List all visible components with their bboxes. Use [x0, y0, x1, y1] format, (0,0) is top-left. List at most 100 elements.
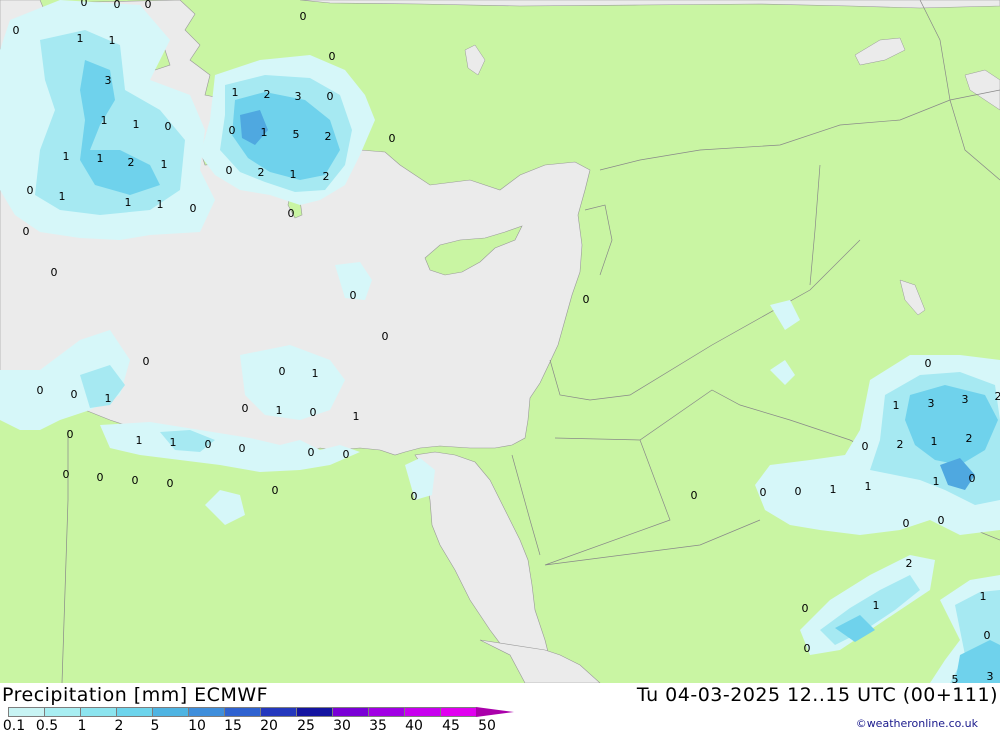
value-label: 0 — [984, 629, 991, 642]
legend-swatch — [8, 707, 44, 717]
legend-swatch — [224, 707, 260, 717]
legend-label: 25 — [297, 718, 315, 734]
credit-link[interactable]: ©weatheronline.co.uk — [856, 717, 978, 730]
value-label: 0 — [925, 357, 932, 370]
value-label: 0 — [804, 642, 811, 655]
value-label: 0 — [279, 365, 286, 378]
value-label: 5 — [952, 673, 959, 683]
value-label: 1 — [830, 483, 837, 496]
legend-label: 1 — [78, 718, 87, 734]
value-label: 1 — [312, 367, 319, 380]
value-label: 0 — [67, 428, 74, 441]
value-label: 2 — [128, 156, 135, 169]
value-label: 0 — [310, 406, 317, 419]
value-label: 1 — [261, 126, 268, 139]
value-label: 1 — [125, 196, 132, 209]
legend-labels: 0.1 0.5 1 2 5 10 15 20 25 30 35 40 45 50 — [0, 718, 520, 733]
value-label: 1 — [97, 152, 104, 165]
value-label: 0 — [327, 90, 334, 103]
value-label: 0 — [411, 490, 418, 503]
legend-swatch — [80, 707, 116, 717]
value-label: 0 — [382, 330, 389, 343]
legend-label: 20 — [260, 718, 278, 734]
legend-label: 2 — [115, 718, 124, 734]
value-label: 0 — [13, 24, 20, 37]
value-label: 1 — [980, 590, 987, 603]
legend-label: 45 — [442, 718, 460, 734]
legend-label: 10 — [188, 718, 206, 734]
legend-swatch — [296, 707, 332, 717]
precipitation-map: 0 0 0 0 1 1 3 1 1 0 1 1 2 1 0 1 1 1 0 0 … — [0, 0, 1000, 683]
value-label: 0 — [81, 0, 88, 9]
value-label: 0 — [760, 486, 767, 499]
legend-swatch — [152, 707, 188, 717]
value-label: 0 — [167, 477, 174, 490]
value-label: 0 — [205, 438, 212, 451]
legend-swatch — [44, 707, 80, 717]
legend-swatch — [116, 707, 152, 717]
legend-label: 15 — [224, 718, 242, 734]
value-label: 3 — [105, 74, 112, 87]
value-label: 2 — [966, 432, 973, 445]
value-label: 1 — [353, 410, 360, 423]
legend-label: 5 — [151, 718, 160, 734]
value-label: 1 — [77, 32, 84, 45]
value-label: 1 — [133, 118, 140, 131]
value-label: 2 — [995, 390, 1000, 403]
value-label: 0 — [226, 164, 233, 177]
value-label: 1 — [232, 86, 239, 99]
value-label: 3 — [987, 670, 994, 683]
value-label: 1 — [290, 168, 297, 181]
value-label: 0 — [27, 184, 34, 197]
value-label: 0 — [288, 207, 295, 220]
map-footer: Precipitation [mm] ECMWF Tu 04-03-2025 1… — [0, 683, 1000, 733]
legend-swatch — [260, 707, 296, 717]
value-label: 0 — [145, 0, 152, 11]
value-label: 0 — [938, 514, 945, 527]
value-label: 0 — [272, 484, 279, 497]
value-label: 1 — [873, 599, 880, 612]
value-label: 0 — [165, 120, 172, 133]
value-label: 0 — [51, 266, 58, 279]
value-label: 0 — [63, 468, 70, 481]
value-label: 0 — [37, 384, 44, 397]
value-label: 1 — [931, 435, 938, 448]
value-label: 1 — [105, 392, 112, 405]
value-label: 2 — [906, 557, 913, 570]
legend-color-bar — [8, 707, 514, 717]
value-label: 1 — [276, 404, 283, 417]
value-label: 1 — [865, 480, 872, 493]
value-label: 0 — [969, 472, 976, 485]
value-label: 0 — [795, 485, 802, 498]
legend-swatch — [332, 707, 368, 717]
legend-label: 35 — [369, 718, 387, 734]
value-label: 5 — [293, 128, 300, 141]
legend-label: 0.5 — [36, 718, 58, 734]
value-label: 0 — [143, 355, 150, 368]
value-label: 1 — [101, 114, 108, 127]
value-label: 0 — [329, 50, 336, 63]
value-label: 0 — [239, 442, 246, 455]
value-label: 2 — [264, 88, 271, 101]
value-label: 0 — [343, 448, 350, 461]
legend-label: 30 — [333, 718, 351, 734]
value-label: 0 — [132, 474, 139, 487]
value-label: 0 — [97, 471, 104, 484]
value-label: 1 — [161, 158, 168, 171]
legend-swatch — [188, 707, 224, 717]
legend-label: 40 — [405, 718, 423, 734]
value-label: 0 — [583, 293, 590, 306]
value-label: 0 — [691, 489, 698, 502]
value-label: 0 — [350, 289, 357, 302]
forecast-time: Tu 04-03-2025 12..15 UTC (00+111) — [637, 684, 998, 706]
value-label: 0 — [802, 602, 809, 615]
value-label: 1 — [893, 399, 900, 412]
value-label: 0 — [23, 225, 30, 238]
value-label: 0 — [862, 440, 869, 453]
value-label: 0 — [389, 132, 396, 145]
value-label: 3 — [295, 90, 302, 103]
value-label: 1 — [933, 475, 940, 488]
value-label: 0 — [300, 10, 307, 23]
map-title: Precipitation [mm] ECMWF — [2, 684, 268, 706]
value-label: 0 — [308, 446, 315, 459]
